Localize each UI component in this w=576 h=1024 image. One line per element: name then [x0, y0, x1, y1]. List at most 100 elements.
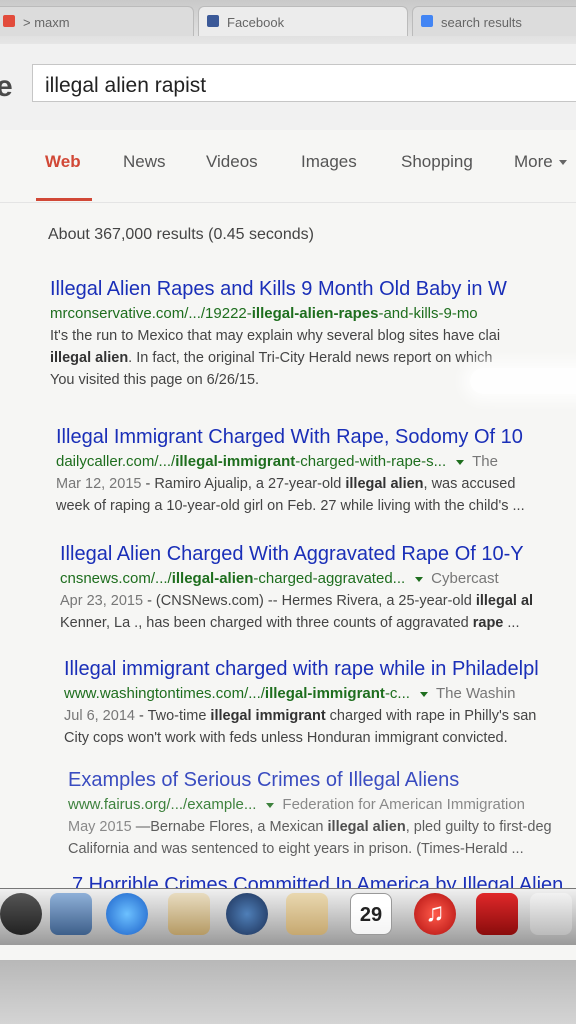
result-snippet: Apr 23, 2015 - (CNSNews.com) -- Hermes R… [60, 590, 576, 612]
browser-tab-bar: > maxm Facebook search results [0, 0, 576, 44]
snippet-bold: illegal alien [50, 350, 129, 366]
url-bold: illegal-immigrant [264, 685, 385, 702]
photo-booth-icon[interactable] [476, 893, 518, 935]
search-result: Illegal immigrant charged with rape whil… [64, 658, 576, 749]
screen-glare [470, 368, 576, 394]
snippet-bold: illegal immigrant [210, 708, 326, 724]
google-logo-fragment[interactable]: e [0, 70, 13, 104]
result-snippet: It's the run to Mexico that may explain … [50, 328, 501, 344]
snippet-text: ... [503, 615, 520, 631]
browser-tab-3[interactable]: search results [412, 6, 576, 36]
calendar-icon[interactable]: 29 [350, 893, 392, 935]
url-part: dailycaller.com/.../ [56, 453, 176, 470]
url-dropdown-icon[interactable] [419, 691, 428, 697]
browser-tab-2[interactable]: Facebook [198, 6, 408, 36]
result-title-link[interactable]: Illegal immigrant charged with rape whil… [64, 658, 576, 681]
search-result: Illegal Immigrant Charged With Rape, Sod… [56, 426, 576, 517]
itunes-music-icon[interactable]: ♫ [414, 893, 456, 935]
snippet-text: , was accused [423, 476, 516, 492]
url-part: www.fairus.org/.../example... [68, 796, 257, 813]
url-part: mrconservative.com/.../19222- [50, 305, 252, 322]
source-name: The Washin [435, 685, 516, 702]
snippet-text: —Bernabe Flores, a Mexican [131, 819, 328, 835]
tab-videos[interactable]: Videos [206, 152, 258, 172]
active-tab-indicator [36, 198, 92, 201]
preview-photos-icon[interactable] [50, 893, 92, 935]
url-bold: illegal-alien-rapes [251, 305, 379, 322]
url-dropdown-icon[interactable] [415, 576, 424, 582]
google-icon [421, 15, 433, 27]
snippet-bold: illegal alien [345, 476, 424, 492]
snippet-text: - (CNSNews.com) -- Hermes Rivera, a 25-y… [143, 593, 476, 609]
snippet-text: - Ramiro Ajualip, a 27-year-old [141, 476, 346, 492]
snippet-text: charged with rape in Philly's san [325, 708, 537, 724]
result-title-link[interactable]: Illegal Immigrant Charged With Rape, Sod… [56, 426, 576, 449]
tab-more[interactable]: More [514, 152, 567, 172]
app-icon[interactable] [530, 893, 572, 935]
google-header: e illegal alien rapist [0, 44, 576, 131]
result-snippet: City cops won't work with feds unless Ho… [64, 730, 508, 746]
facetime-camera-icon[interactable] [226, 893, 268, 935]
url-bold: illegal-immigrant [175, 453, 296, 470]
tab-shopping[interactable]: Shopping [401, 152, 473, 172]
tab-label: Facebook [227, 15, 285, 30]
url-dropdown-icon[interactable] [456, 459, 465, 465]
facebook-icon [207, 15, 219, 27]
snippet-text: - Two-time [134, 708, 211, 724]
tab-web[interactable]: Web [45, 152, 81, 172]
snippet-text: . In fact, the original Tri-City Herald … [128, 350, 493, 366]
mail-stamp-icon[interactable] [168, 893, 210, 935]
result-url: www.fairus.org/.../example... Federation … [68, 796, 576, 813]
result-date: Apr 23, 2015 [60, 593, 144, 609]
search-query: illegal alien rapist [45, 74, 207, 97]
tab-more-label: More [514, 152, 553, 171]
tab-label: search results [441, 15, 522, 30]
result-snippet: California and was sentenced to eight ye… [68, 841, 524, 857]
source-name: Cybercast [431, 570, 499, 587]
result-snippet: Kenner, La ., has been charged with thre… [60, 612, 576, 634]
result-title-link[interactable]: Illegal Alien Rapes and Kills 9 Month Ol… [50, 278, 576, 301]
url-dropdown-icon[interactable] [266, 802, 275, 808]
launchpad-rocket-icon[interactable] [0, 893, 42, 935]
result-snippet: Jul 6, 2014 - Two-time illegal immigrant… [64, 705, 576, 727]
url-part: -and-kills-9-mo [378, 305, 478, 322]
tab-news[interactable]: News [123, 152, 166, 172]
result-title-link[interactable]: Illegal Alien Charged With Aggravated Ra… [60, 543, 576, 566]
favicon-icon [3, 15, 15, 27]
tab-images[interactable]: Images [301, 152, 357, 172]
result-snippet: Mar 12, 2015 - Ramiro Ajualip, a 27-year… [56, 473, 576, 495]
url-part: cnsnews.com/.../ [60, 570, 172, 587]
source-name: The [472, 453, 498, 470]
contacts-book-icon[interactable] [286, 893, 328, 935]
result-title-link[interactable]: Examples of Serious Crimes of Illegal Al… [68, 769, 576, 792]
result-url: dailycaller.com/.../illegal-immigrant-ch… [56, 453, 576, 470]
result-snippet: May 2015 —Bernabe Flores, a Mexican ille… [68, 816, 576, 838]
result-url: www.washingtontimes.com/.../illegal-immi… [64, 685, 576, 702]
browser-screen: > maxm Facebook search results e illegal… [0, 0, 576, 960]
url-part: -c... [384, 685, 410, 702]
result-date: Mar 12, 2015 [56, 476, 142, 492]
mac-dock: 29 ♫ [0, 888, 576, 945]
calendar-day: 29 [359, 904, 383, 926]
result-stats: About 367,000 results (0.45 seconds) [48, 226, 314, 243]
result-snippet: illegal alien. In fact, the original Tri… [50, 347, 576, 369]
snippet-text: , pled guilty to first-deg [405, 819, 552, 835]
url-part: www.washingtontimes.com/.../ [64, 685, 265, 702]
result-date: Jul 6, 2014 [64, 708, 135, 724]
browser-tab-1[interactable]: > maxm [0, 6, 194, 36]
snippet-bold: illegal al [475, 593, 534, 609]
result-snippet: week of raping a 10-year-old girl on Feb… [56, 498, 525, 514]
laptop-bezel [0, 960, 576, 1024]
app-store-icon[interactable] [106, 893, 148, 935]
search-result: Illegal Alien Charged With Aggravated Ra… [60, 543, 576, 634]
snippet-bold: rape [472, 615, 504, 631]
snippet-text: Kenner, La ., has been charged with thre… [60, 615, 473, 631]
source-name: Federation for American Immigration [282, 796, 526, 813]
search-input[interactable]: illegal alien rapist [32, 64, 576, 102]
url-bold: illegal-alien [171, 570, 254, 587]
snippet-bold: illegal alien [327, 819, 406, 835]
url-part: -charged-aggravated... [253, 570, 406, 587]
chevron-down-icon [558, 160, 567, 166]
result-date: May 2015 [68, 819, 132, 835]
result-url: mrconservative.com/.../19222-illegal-ali… [50, 305, 576, 322]
